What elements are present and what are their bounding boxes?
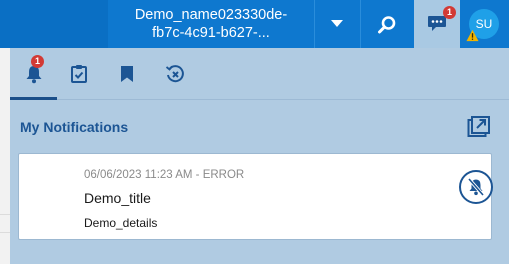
active-tab-indicator (10, 97, 57, 100)
workspace-title-line2: fb7c-4c91-b627-... (152, 25, 270, 41)
notification-meta: 06/06/2023 11:23 AM - ERROR (84, 169, 245, 181)
popout-button[interactable] (466, 115, 492, 139)
divider (360, 0, 361, 48)
mute-bell-icon (467, 177, 485, 197)
workspace-title-line1: Demo_name023330de- (134, 7, 288, 23)
tab-notifications[interactable]: 1 (13, 54, 55, 94)
top-bar-left-area (0, 0, 108, 48)
search-icon (378, 16, 396, 34)
tab-bookmarks[interactable] (106, 54, 148, 94)
popout-icon (467, 116, 490, 137)
divider (314, 0, 315, 48)
notification-panel: 1 My Notifications 06/06/2023 11:23 AM -… (10, 48, 509, 264)
notification-details: Demo_details (84, 216, 158, 230)
search-button[interactable] (365, 4, 409, 46)
notifications-badge: 1 (31, 55, 44, 68)
mute-notification-button[interactable] (459, 170, 493, 204)
chat-badge: 1 (443, 6, 456, 19)
workspace-dropdown-button[interactable] (320, 6, 354, 42)
warning-icon (466, 29, 479, 42)
clipboard-check-icon (71, 65, 87, 83)
notification-card[interactable]: 06/06/2023 11:23 AM - ERROR Demo_title D… (18, 153, 493, 240)
workspace-title[interactable]: Demo_name023330de- fb7c-4c91-b627-... (108, 6, 314, 46)
tab-dismissed[interactable] (154, 54, 196, 94)
chat-button[interactable]: 1 (414, 0, 460, 48)
background-page-edge (0, 48, 10, 264)
top-bar: Demo_name023330de- fb7c-4c91-b627-... 1 … (0, 0, 509, 48)
chat-icon (428, 16, 446, 31)
clock-x-icon (165, 65, 184, 83)
bookmark-icon (121, 66, 133, 82)
panel-tab-bar: 1 (10, 48, 509, 100)
chevron-down-icon (331, 20, 343, 27)
section-title: My Notifications (20, 119, 129, 135)
tab-tasks[interactable] (58, 54, 100, 94)
notification-title: Demo_title (84, 190, 151, 206)
